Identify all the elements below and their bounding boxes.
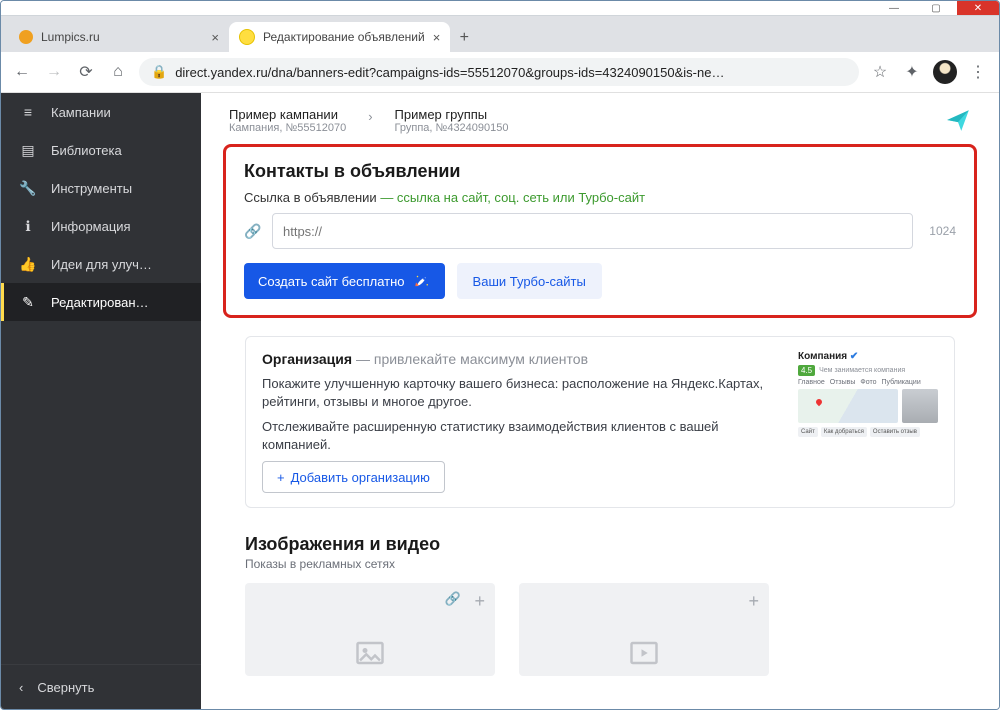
media-subheading: Показы в рекламных сетях — [245, 557, 955, 571]
chevron-left-icon: ‹ — [19, 680, 23, 695]
nav-back-button[interactable]: ← — [11, 61, 33, 83]
link-input[interactable] — [272, 213, 913, 249]
nav-home-button[interactable]: ⌂ — [107, 61, 129, 83]
create-site-button[interactable]: Создать сайт бесплатно — [244, 263, 445, 299]
breadcrumb-sub: Кампания, №55512070 — [229, 122, 346, 134]
lock-icon: 🔒 — [151, 64, 167, 80]
char-counter: 1024 — [929, 224, 956, 238]
browser-tabstrip: Lumpics.ru × Редактирование объявлений ×… — [1, 16, 999, 52]
button-label: Создать сайт бесплатно — [258, 274, 405, 289]
sidebar-item-label: Библиотека — [51, 143, 122, 158]
sidebar-item-editing[interactable]: ✎ Редактирован… — [1, 283, 201, 321]
send-button[interactable] — [945, 107, 971, 133]
tab-label: Lumpics.ru — [41, 30, 100, 44]
tab-favicon — [19, 30, 33, 44]
add-org-button[interactable]: + Добавить организацию — [262, 461, 445, 493]
contacts-card: Контакты в объявлении Ссылка в объявлени… — [223, 144, 977, 318]
org-card: Организация — привлекайте максимум клиен… — [245, 336, 955, 508]
library-icon: ▤ — [19, 142, 37, 159]
tab-label: Редактирование объявлений — [263, 30, 425, 44]
plus-icon: + — [748, 591, 759, 612]
sidebar-item-tools[interactable]: 🔧 Инструменты — [1, 169, 201, 207]
sidebar-item-label: Редактирован… — [51, 295, 149, 310]
sidebar-item-label: Идеи для улуч… — [51, 257, 152, 272]
org-text: Отслеживайте расширенную статистику взаи… — [262, 418, 780, 453]
nav-forward-button[interactable]: → — [43, 61, 65, 83]
breadcrumb-title: Пример кампании — [229, 107, 346, 122]
info-icon: ℹ — [19, 218, 37, 235]
org-text: Покажите улучшенную карточку вашего бизн… — [262, 375, 780, 410]
turbo-sites-button[interactable]: Ваши Турбо-сайты — [457, 263, 602, 299]
breadcrumb-sub: Группа, №4324090150 — [395, 122, 509, 134]
sidebar-item-campaigns[interactable]: ≡ Кампании — [1, 93, 201, 131]
tab-close-icon[interactable]: × — [211, 30, 219, 45]
add-video-card[interactable]: + — [519, 583, 769, 676]
image-icon — [352, 638, 388, 668]
sidebar-item-label: Кампании — [51, 105, 111, 120]
browser-toolbar: ← → ⟳ ⌂ 🔒 direct.yandex.ru/dna/banners-e… — [1, 52, 999, 93]
sidebar-item-label: Информация — [51, 219, 131, 234]
video-icon — [626, 638, 662, 668]
sidebar-collapse-label: Свернуть — [37, 680, 94, 695]
window-min-button[interactable]: — — [873, 1, 915, 15]
main-content: Пример кампании Кампания, №55512070 › Пр… — [201, 93, 999, 709]
breadcrumb-campaign[interactable]: Пример кампании Кампания, №55512070 — [229, 107, 346, 134]
window-titlebar: — ▢ ✕ — [1, 1, 999, 16]
sidebar-item-info[interactable]: ℹ Информация — [1, 207, 201, 245]
contacts-sublabel: Ссылка в объявлении — ссылка на сайт, со… — [244, 190, 956, 205]
plus-icon: + — [474, 591, 485, 612]
org-preview: Компания ✔ 4.5Чем занимается компания Гл… — [798, 351, 938, 437]
media-heading: Изображения и видео — [245, 534, 955, 555]
profile-avatar[interactable] — [933, 60, 957, 84]
list-icon: ≡ — [19, 104, 37, 120]
nav-reload-button[interactable]: ⟳ — [75, 61, 97, 83]
rocket-icon — [413, 272, 431, 290]
link-icon: 🔗 — [445, 591, 461, 607]
sidebar-item-label: Инструменты — [51, 181, 132, 196]
button-label: Добавить организацию — [291, 470, 430, 485]
browser-tab-active[interactable]: Редактирование объявлений × — [229, 22, 450, 52]
sidebar-item-ideas[interactable]: 👍 Идеи для улуч… — [1, 245, 201, 283]
browser-tab[interactable]: Lumpics.ru × — [9, 22, 229, 52]
breadcrumb-group[interactable]: Пример группы Группа, №4324090150 — [395, 107, 509, 134]
sidebar-item-library[interactable]: ▤ Библиотека — [1, 131, 201, 169]
thumb-up-icon: 👍 — [19, 256, 37, 273]
link-icon: 🔗 — [244, 223, 262, 240]
url-text: direct.yandex.ru/dna/banners-edit?campai… — [175, 65, 724, 80]
breadcrumb-title: Пример группы — [395, 107, 509, 122]
add-image-card[interactable]: + 🔗 — [245, 583, 495, 676]
contacts-heading: Контакты в объявлении — [244, 161, 956, 182]
wrench-icon: 🔧 — [19, 180, 37, 197]
chevron-right-icon: › — [368, 109, 372, 124]
plus-icon: + — [277, 470, 285, 485]
breadcrumb-bar: Пример кампании Кампания, №55512070 › Пр… — [201, 93, 999, 144]
paper-plane-icon — [945, 107, 971, 133]
window-close-button[interactable]: ✕ — [957, 1, 999, 15]
address-bar[interactable]: 🔒 direct.yandex.ru/dna/banners-edit?camp… — [139, 58, 859, 86]
pencil-icon: ✎ — [19, 294, 37, 311]
org-title: Организация — привлекайте максимум клиен… — [262, 351, 780, 367]
window-max-button[interactable]: ▢ — [915, 1, 957, 15]
left-sidebar: ≡ Кампании ▤ Библиотека 🔧 Инструменты ℹ Инфо… — [1, 93, 201, 709]
sidebar-collapse-button[interactable]: ‹ Свернуть — [1, 664, 201, 709]
extensions-icon[interactable]: ✦ — [901, 61, 923, 83]
tab-close-icon[interactable]: × — [433, 30, 441, 45]
bookmark-star-icon[interactable]: ☆ — [869, 61, 891, 83]
new-tab-button[interactable]: + — [450, 24, 478, 52]
browser-menu-icon[interactable]: ⋮ — [967, 61, 989, 83]
tab-favicon — [239, 29, 255, 45]
